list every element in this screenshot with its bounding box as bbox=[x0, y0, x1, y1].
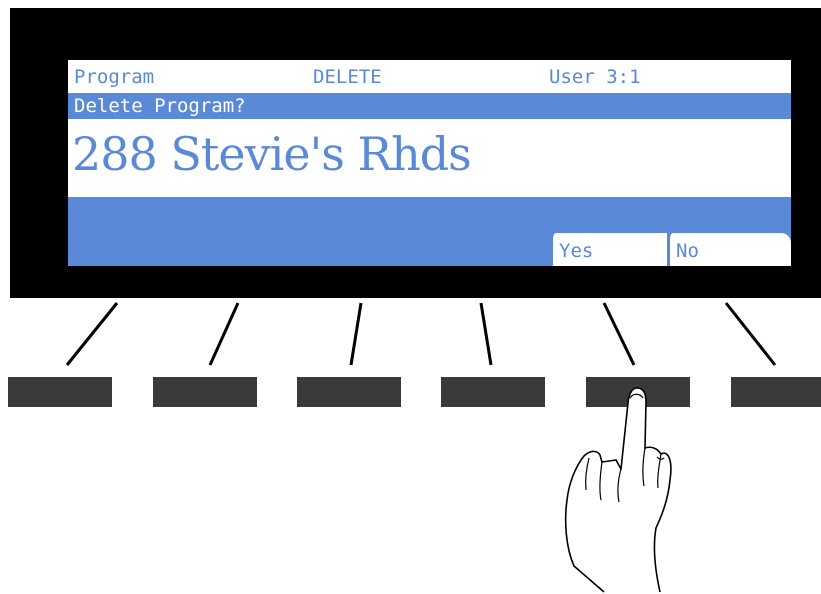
keyboard-panel: Program DELETE User 3:1 Delete Program? … bbox=[0, 0, 821, 594]
soft-button-2[interactable] bbox=[153, 377, 257, 407]
connector-line-2 bbox=[208, 302, 240, 366]
connector-line-1 bbox=[65, 302, 119, 366]
soft-button-yes[interactable] bbox=[586, 377, 690, 407]
connector-line-3 bbox=[349, 302, 363, 366]
button-connector-lines bbox=[65, 302, 777, 366]
soft-button-4[interactable] bbox=[441, 377, 545, 407]
soft-button-3[interactable] bbox=[297, 377, 401, 407]
soft-button-no[interactable] bbox=[731, 377, 821, 407]
connector-line-5 bbox=[602, 302, 636, 366]
connector-line-4 bbox=[479, 302, 493, 366]
connector-line-6 bbox=[724, 302, 777, 366]
soft-button-1[interactable] bbox=[8, 377, 112, 407]
